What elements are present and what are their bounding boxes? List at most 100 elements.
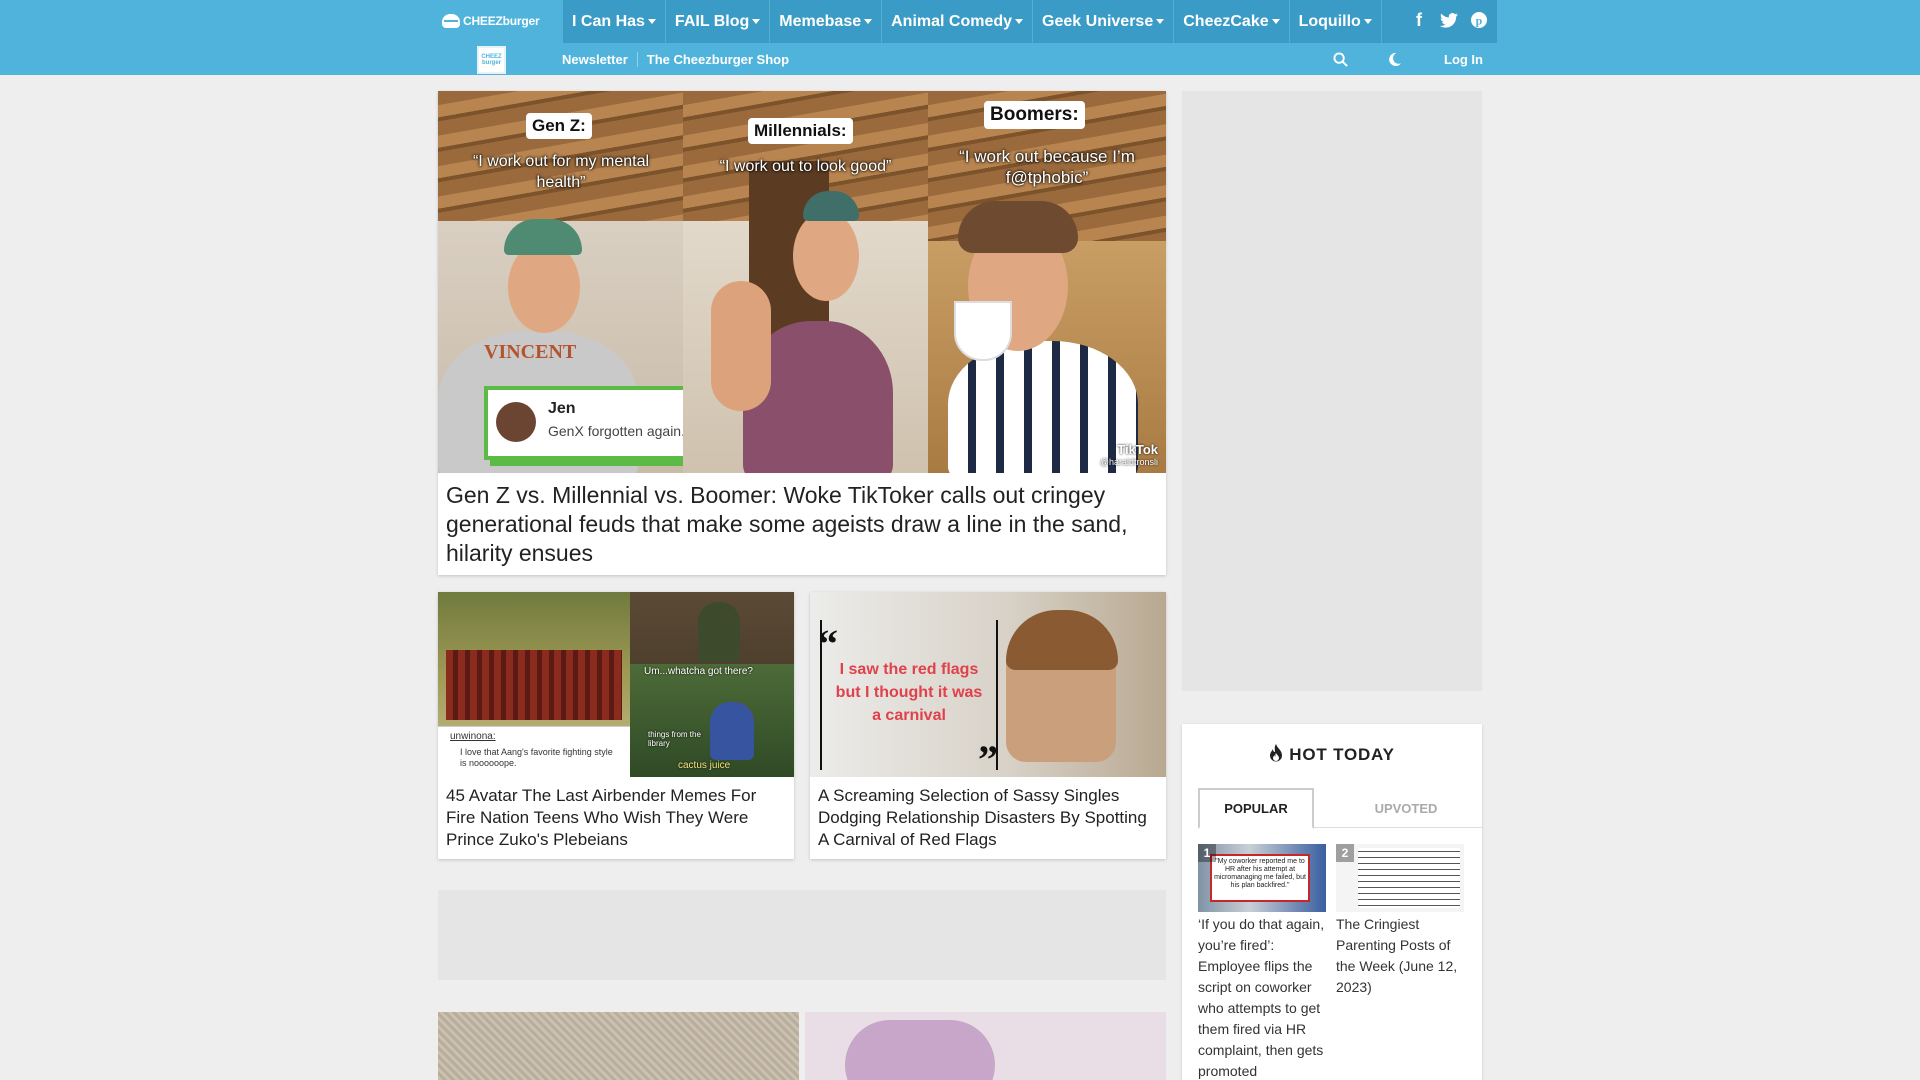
hot-item[interactable]: 2 The Cringiest Parenting Posts of the W…: [1336, 844, 1466, 998]
login-link[interactable]: Log In: [1444, 52, 1483, 67]
cheezburger-small-logo[interactable]: CHEEZ burger: [477, 46, 506, 74]
gen-z-panel: VINCENT Gen Z: “I work out for my mental…: [438, 91, 748, 473]
hot-item-thumbnail: 2: [1336, 844, 1464, 912]
rank-badge: 1: [1198, 844, 1216, 862]
sub-links: Newsletter The Cheezburger Shop: [562, 43, 798, 75]
menu-item-geek-universe[interactable]: Geek Universe: [1033, 0, 1175, 43]
menu-label: Memebase: [779, 12, 862, 30]
pinterest-icon[interactable]: p: [1469, 9, 1489, 31]
avatar: [496, 402, 536, 442]
tumblr-text: I love that Aang's favorite fighting sty…: [460, 747, 613, 768]
article-thumbnail: “ ” I saw the red flags but I thought it…: [810, 592, 1166, 777]
sidebar-ad-placeholder: [1182, 91, 1482, 691]
flexed-arm: [711, 281, 771, 411]
shirt-text: VINCENT: [484, 341, 577, 363]
featured-article-card[interactable]: VINCENT Gen Z: “I work out for my mental…: [438, 91, 1166, 575]
rank-badge: 2: [1336, 844, 1354, 862]
caret-down-icon: [1363, 19, 1372, 24]
menu-label: Loquillo: [1298, 12, 1361, 30]
caret-down-icon: [752, 19, 761, 24]
search-icon[interactable]: [1330, 49, 1350, 69]
menu-item-animal-comedy[interactable]: Animal Comedy: [882, 0, 1034, 43]
next-article-thumbnail-left[interactable]: [438, 1012, 799, 1080]
menu-item-loquillo[interactable]: Loquillo: [1290, 0, 1382, 43]
header-inner: CHEEZburger I Can Has FAIL Blog Memebase…: [438, 0, 1497, 75]
article-title[interactable]: A Screaming Selection of Sassy Singles D…: [818, 785, 1160, 851]
coffee-mug: [954, 301, 1012, 361]
article-card-red-flags[interactable]: “ ” I saw the red flags but I thought it…: [810, 592, 1166, 859]
millennials-panel: Millennials: “I work out to look good”: [683, 91, 928, 473]
cheezburger-logo[interactable]: CHEEZburger: [442, 11, 540, 31]
close-quote-icon: ”: [978, 737, 998, 778]
hot-item-title[interactable]: The Cringiest Parenting Posts of the Wee…: [1336, 914, 1466, 998]
burger-icon: [442, 14, 460, 28]
menu-label: CheezCake: [1183, 12, 1269, 30]
next-article-thumbnail-right[interactable]: [805, 1012, 1166, 1080]
millennials-quote: “I work out to look good”: [719, 158, 892, 175]
gen-z-quote: “I work out for my mental health”: [472, 153, 650, 191]
flame-icon: [1269, 744, 1283, 762]
menu-label: FAIL Blog: [674, 12, 750, 30]
caret-down-icon: [647, 19, 656, 24]
hot-today-heading: HOT TODAY: [1182, 744, 1482, 765]
social-links: f p: [1409, 9, 1489, 31]
primary-nav: CHEEZburger I Can Has FAIL Blog Memebase…: [438, 0, 1497, 43]
red-flags-quote: I saw the red flags but I thought it was…: [835, 661, 983, 724]
newsletter-link[interactable]: Newsletter: [562, 51, 638, 67]
logo-text: CHEEZburger: [463, 14, 540, 28]
article-title[interactable]: 45 Avatar The Last Airbender Memes For F…: [446, 785, 788, 851]
hot-today-title: HOT TODAY: [1289, 745, 1395, 764]
secondary-nav: CHEEZ burger Newsletter The Cheezburger …: [438, 43, 1497, 75]
menu-label: Animal Comedy: [891, 12, 1013, 30]
thumb-quote: "My coworker reported me to HR after his…: [1210, 854, 1310, 902]
header-tools: Log In: [1330, 43, 1483, 75]
purple-object: [845, 1020, 995, 1080]
hot-item-thumbnail: "My coworker reported me to HR after his…: [1198, 844, 1326, 912]
comment-author: Jen: [548, 400, 576, 417]
tumblr-user: unwinona:: [450, 731, 496, 742]
hot-tabs: POPULAR UPVOTED: [1198, 788, 1482, 829]
hot-item-title[interactable]: ‘If you do that again, you’re fired’: Em…: [1198, 914, 1326, 1080]
facebook-icon[interactable]: f: [1409, 9, 1429, 31]
article-thumbnail: unwinona: I love that Aang's favorite fi…: [438, 592, 794, 777]
millennials-label: Millennials:: [748, 118, 853, 144]
menu-item-fail-blog[interactable]: FAIL Blog: [666, 0, 771, 43]
caption-whatcha: Um...whatcha got there?: [644, 666, 753, 677]
caption-library: things from the library: [648, 730, 701, 748]
menu-label: Geek Universe: [1042, 12, 1154, 30]
open-quote-icon: “: [818, 621, 838, 666]
tiktok-watermark-label: TikTok: [1117, 442, 1158, 457]
menu-label: I Can Has: [572, 12, 645, 30]
fire-nation-crowd: [446, 650, 622, 720]
menu-item-i-can-has[interactable]: I Can Has: [563, 0, 666, 43]
boomers-panel: Boomers: “I work out because I’m f@tphob…: [928, 91, 1166, 473]
caret-down-icon: [864, 19, 873, 24]
caret-down-icon: [1271, 19, 1280, 24]
tab-popular[interactable]: POPULAR: [1198, 788, 1314, 829]
dark-mode-moon-icon[interactable]: [1384, 49, 1404, 69]
owl-character: [698, 602, 740, 662]
ad-placeholder: [438, 890, 1166, 980]
gen-z-label: Gen Z:: [526, 113, 592, 139]
tiktok-watermark: TikTok @haraldtronsli: [1100, 442, 1158, 467]
hot-item[interactable]: "My coworker reported me to HR after his…: [1198, 844, 1326, 1080]
site-header: CHEEZburger I Can Has FAIL Blog Memebase…: [0, 0, 1920, 75]
caret-down-icon: [1156, 19, 1165, 24]
caret-down-icon: [1015, 19, 1024, 24]
twitter-icon[interactable]: [1439, 9, 1459, 31]
article-card-avatar-memes[interactable]: unwinona: I love that Aang's favorite fi…: [438, 592, 794, 859]
featured-article-title[interactable]: Gen Z vs. Millennial vs. Boomer: Woke Ti…: [446, 481, 1158, 568]
svg-text:p: p: [1476, 14, 1483, 28]
tab-upvoted[interactable]: UPVOTED: [1348, 788, 1464, 828]
menu-item-cheezcake[interactable]: CheezCake: [1174, 0, 1290, 43]
menu-item-memebase[interactable]: Memebase: [770, 0, 883, 43]
site-menu: I Can Has FAIL Blog Memebase Animal Come…: [563, 0, 1382, 43]
boomers-quote: “I work out because I’m f@tphobic”: [959, 147, 1135, 187]
featured-image: VINCENT Gen Z: “I work out for my mental…: [438, 91, 1166, 473]
hair: [958, 201, 1078, 253]
caption-cactus-juice: cactus juice: [678, 760, 731, 771]
boomers-label: Boomers:: [984, 101, 1085, 129]
shop-link[interactable]: The Cheezburger Shop: [638, 52, 798, 67]
person-head: [793, 211, 859, 301]
hot-today-widget: HOT TODAY POPULAR UPVOTED "My coworker r…: [1182, 724, 1482, 1080]
